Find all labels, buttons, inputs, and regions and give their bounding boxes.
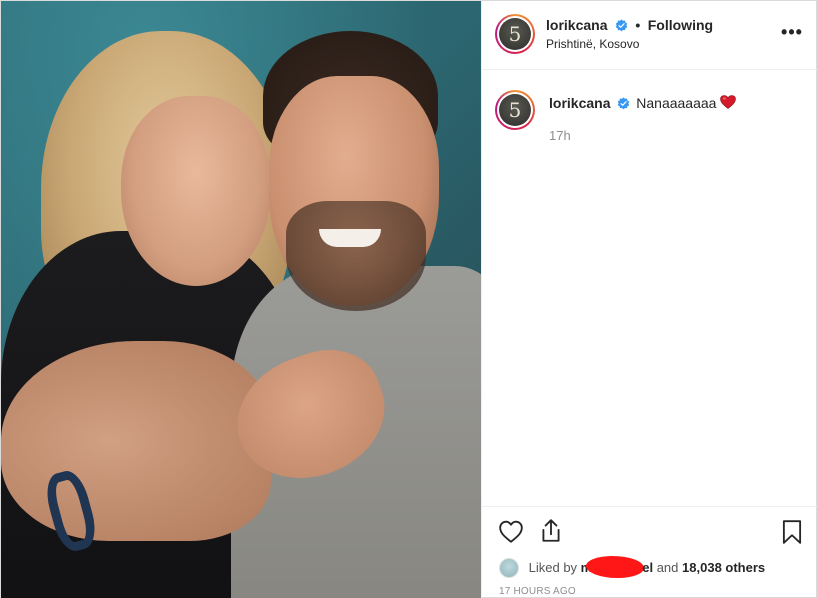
post-location[interactable]: Prishtinë, Kosovo [546, 37, 639, 51]
caption-avatar[interactable]: 5 [495, 90, 535, 130]
photo-man-arm [1, 341, 271, 541]
liked-by-prefix: Liked by [528, 560, 578, 575]
caption-avatar-image: 5 [499, 94, 531, 126]
caption-username[interactable]: lorikcana [549, 95, 610, 111]
post-photo[interactable] [1, 1, 481, 598]
caption-text: Nanaaaaaaa [636, 95, 717, 111]
like-icon[interactable] [498, 519, 524, 545]
share-icon[interactable] [538, 518, 564, 544]
more-options-button[interactable]: ••• [780, 23, 804, 47]
more-icon: ••• [781, 22, 803, 42]
caption-text-row: lorikcana Nanaaaaaaa [549, 95, 737, 111]
redaction-mark [586, 556, 645, 578]
post-header: 5 lorikcana • Following Prishtinë, Kosov… [482, 1, 817, 70]
header-separator: • [635, 17, 641, 33]
post-side-panel: 5 lorikcana • Following Prishtinë, Kosov… [481, 1, 817, 598]
save-icon[interactable] [779, 519, 805, 545]
liker-avatar[interactable] [499, 558, 519, 578]
post-container: 5 lorikcana • Following Prishtinë, Kosov… [0, 0, 817, 598]
avatar-image: 5 [499, 18, 531, 50]
caption-time[interactable]: 17h [549, 128, 571, 143]
liked-by-and: and [656, 560, 679, 575]
verified-icon [615, 19, 628, 32]
following-button[interactable]: Following [648, 17, 713, 33]
post-timestamp[interactable]: 17 HOURS AGO [499, 586, 576, 597]
photo-man-beard [286, 201, 426, 311]
heart-emoji-icon [720, 95, 737, 109]
author-avatar[interactable]: 5 [495, 14, 535, 54]
verified-icon [618, 97, 630, 110]
header-names: lorikcana • Following [546, 17, 713, 35]
likes-count-link[interactable]: 18,038 others [682, 560, 765, 575]
liker-name-end[interactable]: el [642, 560, 653, 575]
post-actions: Liked by mel and 18,038 others 17 HOURS … [482, 506, 817, 598]
photo-woman-face [121, 96, 271, 286]
liked-by-row: Liked by mel and 18,038 others [499, 556, 765, 578]
photo-man-smile [319, 229, 381, 247]
author-username[interactable]: lorikcana [546, 17, 607, 33]
